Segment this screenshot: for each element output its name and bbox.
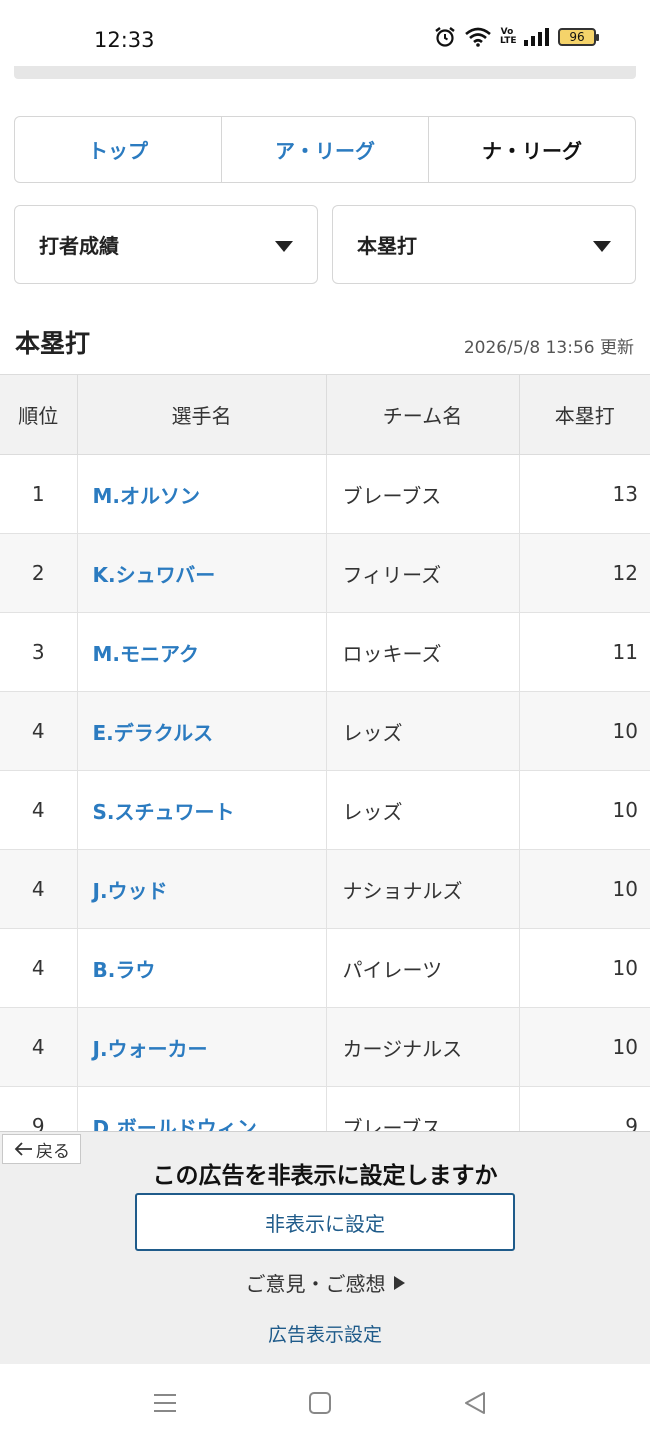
wifi-icon — [465, 27, 491, 47]
battery-level: 96 — [569, 30, 585, 44]
alarm-icon — [435, 27, 455, 47]
header-team: チーム名 — [326, 374, 520, 455]
cell-team: ロッキーズ — [326, 612, 520, 692]
home-icon[interactable] — [308, 1390, 332, 1416]
table-row: 1 M.オルソン ブレーブス 13 — [0, 454, 650, 534]
table-row: 3 M.モニアク ロッキーズ 11 — [0, 612, 650, 692]
cell-home-runs: 12 — [519, 533, 650, 613]
player-link[interactable]: K.シュワバー — [77, 533, 327, 613]
category-select[interactable]: 打者成績 — [14, 205, 318, 284]
cell-rank: 1 — [0, 454, 78, 534]
ad-settings-link[interactable]: 広告表示設定 — [0, 1320, 650, 1347]
cell-team: レッズ — [326, 691, 520, 771]
volte-indicator: Vo LTE — [500, 27, 517, 46]
player-link[interactable]: J.ウォーカー — [77, 1007, 327, 1087]
player-link[interactable]: S.スチュワート — [77, 770, 327, 850]
arrow-left-icon — [14, 1142, 32, 1156]
cell-team: フィリーズ — [326, 533, 520, 613]
cell-home-runs: 10 — [519, 770, 650, 850]
cell-team: ブレーブス — [326, 454, 520, 534]
caret-down-icon — [275, 241, 293, 252]
battery-icon: 96 — [558, 28, 599, 46]
tab-american-league[interactable]: ア・リーグ — [222, 117, 429, 182]
category-select-value: 打者成績 — [39, 234, 119, 258]
table-row: 4 J.ウォーカー カージナルス 10 — [0, 1007, 650, 1087]
cell-home-runs: 10 — [519, 849, 650, 929]
tab-top[interactable]: トップ — [15, 117, 222, 182]
caret-right-icon — [393, 1276, 405, 1290]
back-nav-icon[interactable] — [462, 1390, 488, 1416]
cell-home-runs: 10 — [519, 1007, 650, 1087]
cell-team: ナショナルズ — [326, 849, 520, 929]
cell-home-runs: 10 — [519, 928, 650, 1008]
status-bar: 12:33 Vo LTE 96 — [0, 0, 650, 66]
cell-team: レッズ — [326, 770, 520, 850]
table-row: 2 K.シュワバー フィリーズ 12 — [0, 533, 650, 613]
table-row: 4 B.ラウ パイレーツ 10 — [0, 928, 650, 1008]
cell-home-runs: 11 — [519, 612, 650, 692]
table-row: 4 S.スチュワート レッズ 10 — [0, 770, 650, 850]
header-home-runs: 本塁打 — [519, 374, 650, 455]
stat-select[interactable]: 本塁打 — [332, 205, 636, 284]
cell-rank: 2 — [0, 533, 78, 613]
ad-hide-question: この広告を非表示に設定しますか — [152, 1163, 498, 1189]
navigation-bar — [0, 1364, 650, 1444]
feedback-label: ご意見・ご感想 — [245, 1272, 386, 1296]
header-rank: 順位 — [0, 374, 78, 455]
league-tabs: トップ ア・リーグ ナ・リーグ — [14, 116, 636, 183]
table-header-row: 順位 選手名 チーム名 本塁打 — [0, 374, 650, 455]
cell-rank: 4 — [0, 1007, 78, 1087]
header-player: 選手名 — [77, 374, 327, 455]
updated-timestamp: 2026/5/8 13:56 更新 — [463, 338, 634, 358]
ad-hide-panel: 戻る この広告を非表示に設定しますか 非表示に設定 ご意見・ご感想 広告表示設定 — [0, 1131, 650, 1364]
hide-ad-button[interactable]: 非表示に設定 — [135, 1193, 515, 1251]
cell-rank: 4 — [0, 928, 78, 1008]
cell-rank: 4 — [0, 770, 78, 850]
cell-home-runs: 13 — [519, 454, 650, 534]
cell-rank: 4 — [0, 849, 78, 929]
signal-icon — [524, 28, 549, 46]
player-link[interactable]: B.ラウ — [77, 928, 327, 1008]
ad-banner-edge — [14, 66, 636, 79]
caret-down-icon — [593, 241, 611, 252]
player-link[interactable]: M.オルソン — [77, 454, 327, 534]
cell-team: パイレーツ — [326, 928, 520, 1008]
tab-national-league[interactable]: ナ・リーグ — [429, 117, 635, 182]
recent-apps-icon[interactable] — [152, 1390, 178, 1416]
status-time: 12:33 — [94, 28, 155, 52]
cell-rank: 4 — [0, 691, 78, 771]
cell-rank: 3 — [0, 612, 78, 692]
status-icons: Vo LTE 96 — [434, 26, 599, 48]
section-title: 本塁打 — [15, 329, 91, 358]
feedback-link[interactable]: ご意見・ご感想 — [0, 1268, 650, 1297]
cell-home-runs: 10 — [519, 691, 650, 771]
table-row: 4 J.ウッド ナショナルズ 10 — [0, 849, 650, 929]
player-link[interactable]: E.デラクルス — [77, 691, 327, 771]
cell-team: カージナルス — [326, 1007, 520, 1087]
player-link[interactable]: M.モニアク — [77, 612, 327, 692]
table-row: 4 E.デラクルス レッズ 10 — [0, 691, 650, 771]
player-link[interactable]: J.ウッド — [77, 849, 327, 929]
stat-select-value: 本塁打 — [357, 234, 417, 258]
home-run-ranking-table: 順位 選手名 チーム名 本塁打 1 M.オルソン ブレーブス 13 2 K.シュ… — [0, 374, 650, 1166]
